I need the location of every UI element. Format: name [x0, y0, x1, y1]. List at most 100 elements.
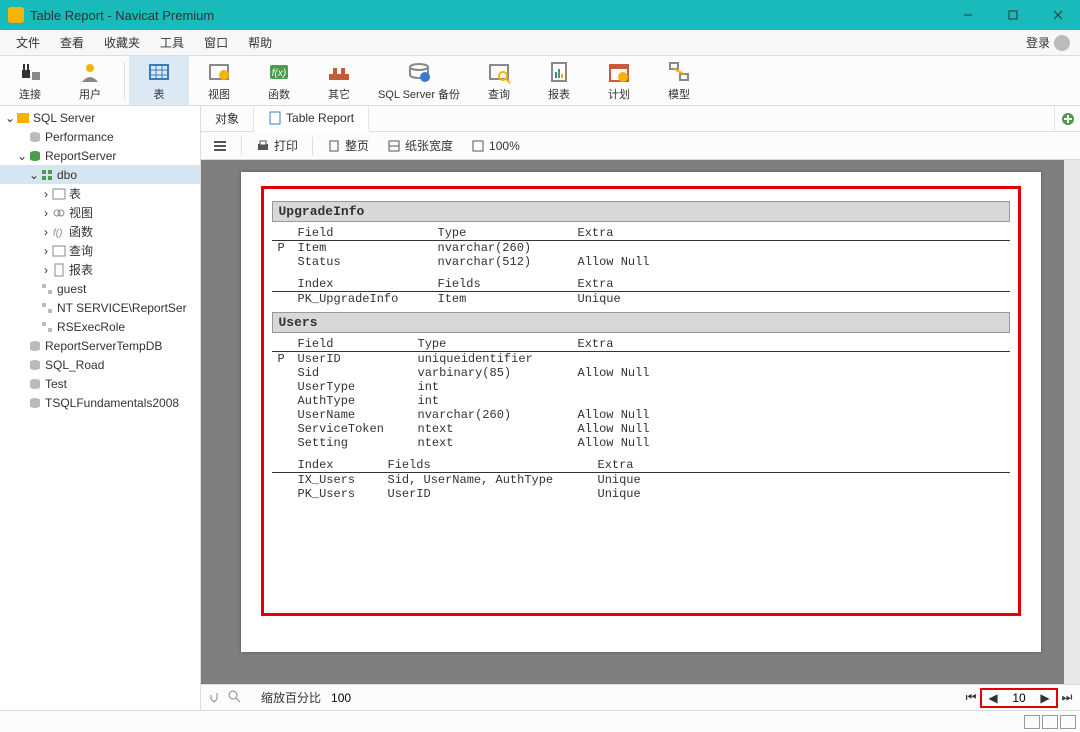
report-toolbar: 打印 整页 纸张宽度 100% — [201, 132, 1080, 160]
hamburger-button[interactable] — [209, 137, 231, 155]
table-row: SettingntextAllow Null — [272, 436, 1010, 450]
backup-icon — [407, 60, 431, 84]
tool-model[interactable]: 模型 — [649, 56, 709, 105]
tree-reports[interactable]: ›报表 — [0, 260, 200, 279]
zoom-label: 缩放百分比 — [261, 689, 321, 706]
report-icon — [52, 263, 66, 277]
plug-icon — [18, 60, 42, 84]
close-button[interactable] — [1035, 0, 1080, 30]
table-row: UserTypeint — [272, 380, 1010, 394]
print-button[interactable]: 打印 — [252, 135, 302, 156]
pct100-button[interactable]: 100% — [467, 137, 524, 155]
schema-icon — [40, 320, 54, 334]
query-icon — [52, 244, 66, 258]
tab-bar: 对象 Table Report — [201, 106, 1080, 132]
pagewidth-button[interactable]: 纸张宽度 — [383, 135, 457, 156]
page-number-input[interactable] — [1004, 691, 1034, 705]
tree-reportserver[interactable]: ⌄ReportServer — [0, 146, 200, 165]
wholepage-icon — [327, 139, 341, 153]
tool-function[interactable]: f(x) 函数 — [249, 56, 309, 105]
fields-table-upgradeinfo: FieldTypeExtra PItemnvarchar(260) Status… — [272, 222, 1010, 306]
new-tab-button[interactable] — [1054, 106, 1080, 131]
index-table-users: IndexFieldsExtra IX_UsersSid, UserName, … — [272, 450, 1010, 501]
schema-icon — [40, 301, 54, 315]
tab-objects[interactable]: 对象 — [201, 106, 254, 131]
zoom-tool-icon[interactable] — [227, 689, 241, 706]
vertical-scrollbar[interactable] — [1064, 160, 1080, 684]
tab-table-report[interactable]: Table Report — [254, 106, 369, 132]
tool-table[interactable]: 表 — [129, 56, 189, 105]
tree-views[interactable]: ›视图 — [0, 203, 200, 222]
menubar: 文件 查看 收藏夹 工具 窗口 帮助 登录 — [0, 30, 1080, 56]
page-navigation: ⏮ ◀ ▶ ⏭ — [964, 688, 1074, 708]
minimize-button[interactable] — [945, 0, 990, 30]
pagewidth-icon — [387, 139, 401, 153]
report-viewport[interactable]: UpgradeInfo FieldTypeExtra PItemnvarchar… — [201, 160, 1080, 684]
main-toolbar: 连接 用户 表 视图 f(x) 函数 其它 SQL Server 备份 查询 报… — [0, 56, 1080, 106]
table-row: PUserIDuniqueidentifier — [272, 352, 1010, 367]
menu-help[interactable]: 帮助 — [238, 31, 282, 54]
tree-queries[interactable]: ›查询 — [0, 241, 200, 260]
menu-icon — [213, 139, 227, 153]
login-button[interactable]: 登录 — [1022, 31, 1074, 54]
function-icon: f() — [52, 225, 66, 239]
zoom-value-input[interactable] — [331, 691, 381, 705]
tree-rsexecrole[interactable]: RSExecRole — [0, 317, 200, 336]
other-icon — [327, 60, 351, 84]
tool-other[interactable]: 其它 — [309, 56, 369, 105]
view-mode-2-button[interactable] — [1042, 715, 1058, 729]
table-title-users: Users — [272, 312, 1010, 333]
avatar-icon — [1054, 35, 1070, 51]
table-title-upgradeinfo: UpgradeInfo — [272, 201, 1010, 222]
tool-query[interactable]: 查询 — [469, 56, 529, 105]
tree-performance[interactable]: Performance — [0, 127, 200, 146]
maximize-button[interactable] — [990, 0, 1035, 30]
tool-connection[interactable]: 连接 — [0, 56, 60, 105]
tree-tables[interactable]: ›表 — [0, 184, 200, 203]
model-icon — [667, 60, 691, 84]
view-mode-3-button[interactable] — [1060, 715, 1076, 729]
db-icon — [28, 339, 42, 353]
table-row: PK_UpgradeInfoItemUnique — [272, 292, 1010, 307]
tree-ntservice[interactable]: NT SERVICE\ReportSer — [0, 298, 200, 317]
tree-sqlserver[interactable]: ⌄SQL Server — [0, 108, 200, 127]
menu-file[interactable]: 文件 — [6, 31, 50, 54]
table-row: ServiceTokenntextAllow Null — [272, 422, 1010, 436]
tree-reportservertemp[interactable]: ReportServerTempDB — [0, 336, 200, 355]
menu-window[interactable]: 窗口 — [194, 31, 238, 54]
tool-view[interactable]: 视图 — [189, 56, 249, 105]
table-row: AuthTypeint — [272, 394, 1010, 408]
prev-page-button[interactable]: ◀ — [986, 691, 1000, 705]
db-icon — [28, 130, 42, 144]
last-page-button[interactable]: ⏭ — [1060, 691, 1074, 705]
wholepage-button[interactable]: 整页 — [323, 135, 373, 156]
fields-table-users: FieldTypeExtra PUserIDuniqueidentifier S… — [272, 333, 1010, 450]
first-page-button[interactable]: ⏮ — [964, 691, 978, 705]
tree-functions[interactable]: ›f()函数 — [0, 222, 200, 241]
tool-user[interactable]: 用户 — [60, 56, 120, 105]
window-title: Table Report - Navicat Premium — [30, 8, 945, 23]
tree-test[interactable]: Test — [0, 374, 200, 393]
tool-backup[interactable]: SQL Server 备份 — [369, 56, 469, 105]
table-row: PK_UsersUserIDUnique — [272, 487, 1010, 501]
next-page-button[interactable]: ▶ — [1038, 691, 1052, 705]
db-icon — [28, 377, 42, 391]
tree-dbo[interactable]: ⌄dbo — [0, 165, 200, 184]
view-mode-1-button[interactable] — [1024, 715, 1040, 729]
tree-sqlroad[interactable]: SQL_Road — [0, 355, 200, 374]
report-icon — [268, 111, 282, 125]
pan-tool-icon[interactable] — [207, 689, 221, 706]
db-icon — [28, 149, 42, 163]
menu-view[interactable]: 查看 — [50, 31, 94, 54]
menu-favorites[interactable]: 收藏夹 — [94, 31, 150, 54]
report-icon — [547, 60, 571, 84]
navigation-tree[interactable]: ⌄SQL Server Performance ⌄ReportServer ⌄d… — [0, 106, 201, 710]
menu-tools[interactable]: 工具 — [150, 31, 194, 54]
tree-tsqlfund[interactable]: TSQLFundamentals2008 — [0, 393, 200, 412]
tool-report[interactable]: 报表 — [529, 56, 589, 105]
printer-icon — [256, 139, 270, 153]
svg-text:f(): f() — [53, 228, 62, 239]
table-row: Statusnvarchar(512)Allow Null — [272, 255, 1010, 269]
tree-guest[interactable]: guest — [0, 279, 200, 298]
tool-schedule[interactable]: 计划 — [589, 56, 649, 105]
